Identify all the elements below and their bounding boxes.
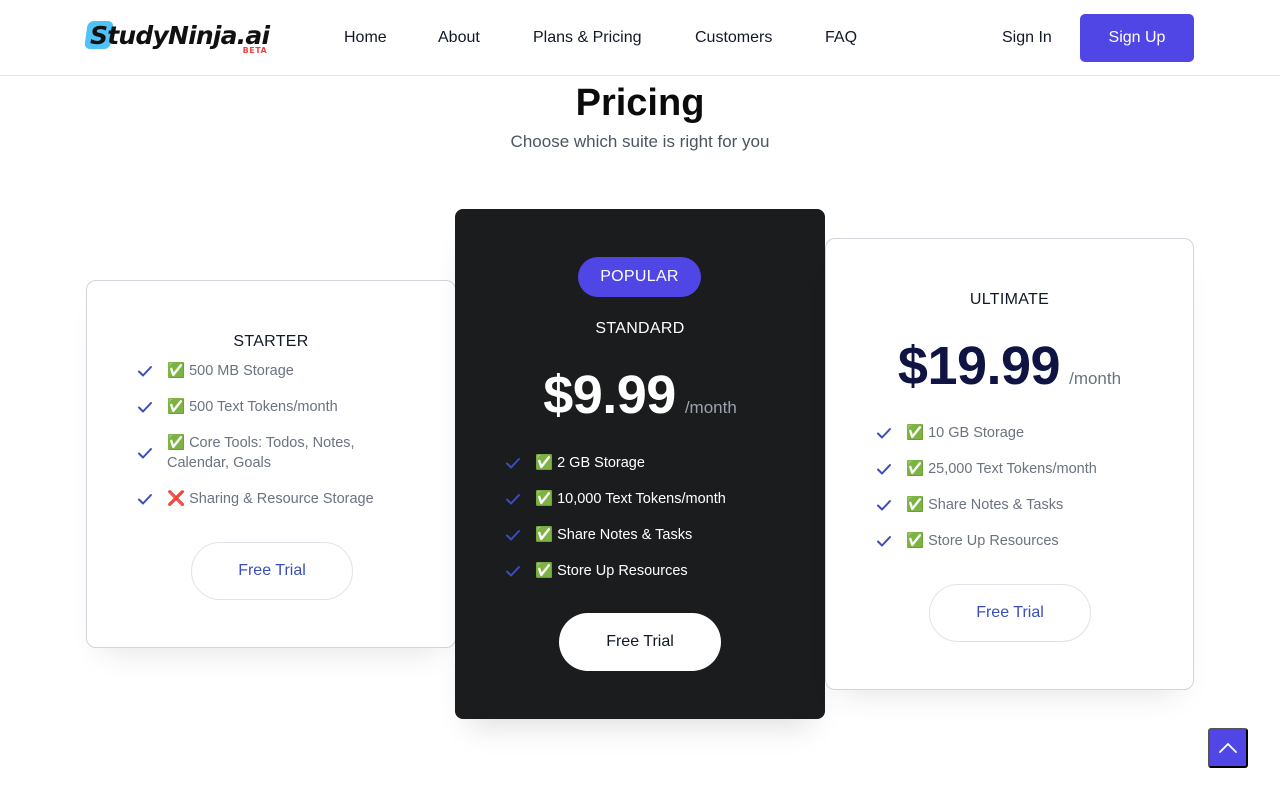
nav-about[interactable]: About [438,28,480,48]
beta-badge: BETA [242,46,268,55]
check-icon [877,464,891,475]
plan-name: STANDARD [595,320,685,337]
check-icon [506,530,520,541]
feature-item: ❌ Sharing & Resource Storage [137,489,397,509]
feature-text: ✅ Store Up Resources [535,563,688,579]
price-row: $9.99 /month [455,365,825,425]
price-period: /month [1069,369,1122,388]
price: $9.99 [543,365,676,425]
popular-badge: POPULAR [578,257,701,297]
feature-text: ✅ 10 GB Storage [906,425,1025,441]
sign-up-button[interactable]: Sign Up [1080,14,1194,62]
plan-name: ULTIMATE [969,291,1050,308]
feature-text: ✅ 500 MB Storage [167,363,294,379]
price-row: $19.99 /month [826,336,1193,396]
feature-text: ✅ 2 GB Storage [535,455,645,471]
check-icon [877,500,891,511]
plan-card-ultimate: ULTIMATE $19.99 /month ✅ 10 GB Storage ✅… [825,238,1194,690]
feature-item: ✅ 10 GB Storage [876,423,1156,443]
sign-in-link[interactable]: Sign In [1002,28,1052,48]
nav-customers[interactable]: Customers [695,28,772,48]
check-icon [877,428,891,439]
feature-item: ✅ 500 MB Storage [137,361,397,381]
feature-item: ✅ 10,000 Text Tokens/month [505,489,785,509]
check-icon [138,366,152,377]
site-header: StudyNinja.ai BETA Home About Plans & Pr… [0,0,1280,76]
feature-text: ✅ Share Notes & Tasks [906,497,1064,513]
scroll-to-top-button[interactable] [1208,728,1248,768]
plan-card-standard: POPULAR STANDARD $9.99 /month ✅ 2 GB Sto… [455,209,825,719]
check-icon [138,402,152,413]
feature-item: ✅ Share Notes & Tasks [876,495,1156,515]
free-trial-button[interactable]: Free Trial [929,584,1091,642]
check-icon [506,566,520,577]
check-icon [506,494,520,505]
feature-text: ❌ Sharing & Resource Storage [167,491,374,507]
logo[interactable]: StudyNinja.ai BETA [84,18,270,58]
check-icon [506,458,520,469]
free-trial-button[interactable]: Free Trial [559,613,721,671]
feature-item: ✅ 25,000 Text Tokens/month [876,459,1156,479]
feature-text: ✅ Share Notes & Tasks [535,527,693,543]
free-trial-button[interactable]: Free Trial [191,542,353,600]
feature-item: ✅ 2 GB Storage [505,453,785,473]
chevron-up-icon [1219,743,1237,753]
feature-item: ✅ Store Up Resources [876,531,1156,551]
feature-text: ✅ 500 Text Tokens/month [167,399,338,415]
plan-name: STARTER [233,333,309,350]
nav-plans-pricing[interactable]: Plans & Pricing [533,28,642,48]
feature-list: ✅ 2 GB Storage ✅ 10,000 Text Tokens/mont… [505,453,785,581]
plan-card-starter: STARTER ✅ 500 MB Storage ✅ 500 Text Toke… [86,280,456,648]
feature-item: ✅ Core Tools: Todos, Notes, Calendar, Go… [137,433,367,473]
feature-item: ✅ Store Up Resources [505,561,785,581]
feature-list: ✅ 10 GB Storage ✅ 25,000 Text Tokens/mon… [876,423,1156,551]
page-subtitle: Choose which suite is right for you [510,132,770,151]
feature-text: ✅ Store Up Resources [906,533,1059,549]
price-period: /month [684,398,737,417]
check-icon [138,448,152,459]
page-title: Pricing [575,82,705,124]
check-icon [877,536,891,547]
feature-text: ✅ 25,000 Text Tokens/month [906,461,1097,477]
feature-text: ✅ Core Tools: Todos, Notes, Calendar, Go… [167,435,355,471]
feature-item: ✅ 500 Text Tokens/month [137,397,397,417]
feature-list: ✅ 500 MB Storage ✅ 500 Text Tokens/month… [137,361,397,509]
nav-faq[interactable]: FAQ [825,28,857,48]
feature-item: ✅ Share Notes & Tasks [505,525,785,545]
price: $19.99 [897,336,1061,396]
nav-home[interactable]: Home [344,28,387,48]
feature-text: ✅ 10,000 Text Tokens/month [535,491,726,507]
check-icon [138,494,152,505]
